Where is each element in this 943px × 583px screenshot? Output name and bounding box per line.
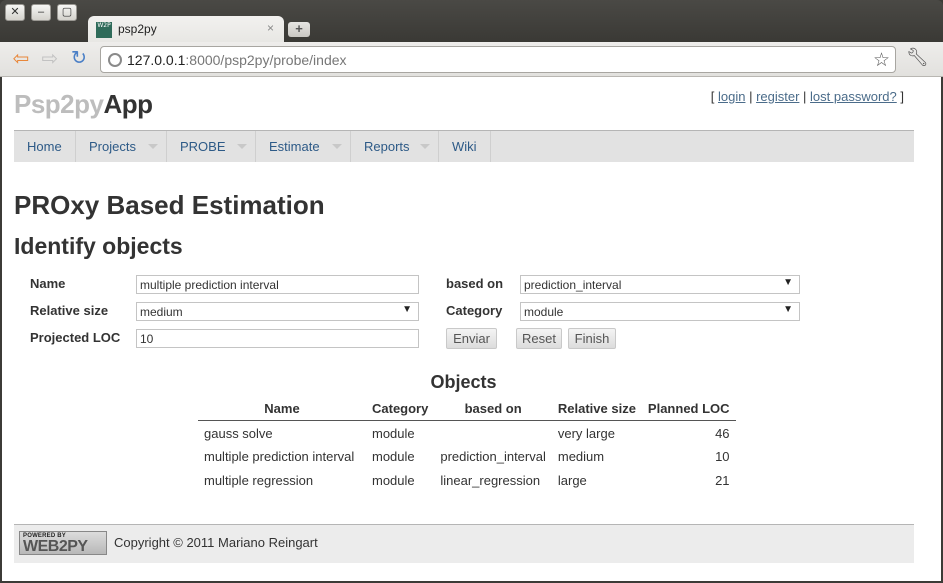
table-cell: prediction_interval <box>440 448 546 464</box>
lost-password-link[interactable]: lost password? <box>810 89 897 104</box>
table-cell: multiple regression <box>204 472 314 488</box>
name-label: Name <box>30 276 66 291</box>
table-row: multiple prediction interval module pred… <box>198 444 736 468</box>
table-cell: linear_regression <box>440 472 541 488</box>
objects-heading: Objects <box>430 372 497 392</box>
table-cell: module <box>372 448 415 464</box>
forward-arrow-icon[interactable]: ⇨ <box>38 47 62 71</box>
table-header-row: Name Category based on Relative size Pla… <box>198 398 736 421</box>
register-link[interactable]: register <box>756 89 799 104</box>
menu-item-home[interactable]: Home <box>14 131 76 162</box>
name-input[interactable]: multiple prediction interval <box>136 275 419 294</box>
select-arrow-icon: ▼ <box>783 277 793 288</box>
main-menu: Home Projects PROBE Estimate Reports Wik… <box>14 130 914 162</box>
page-title: PROxy Based Estimation <box>14 190 325 220</box>
finish-button[interactable]: Finish <box>568 328 616 349</box>
menu-item-wiki[interactable]: Wiki <box>439 131 491 162</box>
address-bar[interactable]: 127.0.0.1:8000/psp2py/probe/index ☆ <box>100 46 896 73</box>
based-on-select[interactable]: prediction_interval ▼ <box>520 275 800 294</box>
window-close-button[interactable]: ✕ <box>5 4 25 21</box>
table-cell: module <box>372 425 415 441</box>
table-row: gauss solve module very large 46 <box>198 420 736 444</box>
page-viewport: Psp2pyApp [ login | register | lost pass… <box>2 77 941 581</box>
page-footer: POWERED BY WEB2PY Copyright © 2011 Maria… <box>14 524 914 563</box>
wrench-icon[interactable]: 🔧︎ <box>906 47 929 68</box>
table-cell: 46 <box>715 425 730 441</box>
dropdown-caret-icon <box>332 144 342 149</box>
table-cell: 21 <box>715 472 730 488</box>
back-arrow-icon[interactable]: ⇦ <box>9 47 33 71</box>
select-arrow-icon: ▼ <box>402 304 412 315</box>
column-header: Category <box>366 398 435 421</box>
select-arrow-icon: ▼ <box>783 304 793 315</box>
menu-item-projects[interactable]: Projects <box>76 131 167 162</box>
table-cell: multiple prediction interval <box>204 448 355 464</box>
dropdown-caret-icon <box>420 144 430 149</box>
menu-item-probe[interactable]: PROBE <box>167 131 256 162</box>
submit-button[interactable]: Enviar <box>446 328 497 349</box>
app-brand[interactable]: Psp2pyApp <box>14 89 153 120</box>
based-on-label: based on <box>446 276 504 291</box>
relative-size-select[interactable]: medium ▼ <box>136 302 419 321</box>
category-select[interactable]: module ▼ <box>520 302 800 321</box>
dropdown-caret-icon <box>237 144 247 149</box>
table-row: multiple regression module linear_regres… <box>198 468 736 492</box>
category-label: Category <box>446 303 503 318</box>
menu-item-estimate[interactable]: Estimate <box>256 131 351 162</box>
column-header: based on <box>434 398 552 421</box>
table-cell: medium <box>557 448 605 464</box>
table-cell: large <box>557 472 587 488</box>
relative-size-label: Relative size <box>30 303 109 318</box>
page-subtitle: Identify objects <box>14 233 183 259</box>
copyright-text: Copyright © 2011 Mariano Reingart <box>114 535 318 550</box>
window-maximize-button[interactable]: ▢ <box>57 4 77 21</box>
projected-loc-input[interactable]: 10 <box>136 329 419 348</box>
column-header: Relative size <box>551 398 642 421</box>
globe-icon <box>108 53 122 67</box>
browser-toolbar: ⇦ ⇨ ↻ 127.0.0.1:8000/psp2py/probe/index … <box>0 42 943 77</box>
tab-title: psp2py <box>118 22 157 36</box>
dropdown-caret-icon <box>148 144 158 149</box>
reload-icon[interactable]: ↻ <box>67 47 91 71</box>
login-link[interactable]: login <box>718 89 745 104</box>
url-text[interactable]: 127.0.0.1:8000/psp2py/probe/index <box>127 52 347 68</box>
new-tab-button[interactable]: + <box>288 22 310 37</box>
table-cell: gauss solve <box>204 425 273 441</box>
objects-table: Name Category based on Relative size Pla… <box>198 398 736 492</box>
menu-item-reports[interactable]: Reports <box>351 131 439 162</box>
table-cell: very large <box>557 425 615 441</box>
column-header: Name <box>198 398 366 421</box>
window-titlebar: ✕ – ▢ W2P psp2py × + <box>0 0 943 42</box>
table-cell: module <box>372 472 415 488</box>
web2py-favicon-icon: W2P <box>96 22 112 38</box>
window-minimize-button[interactable]: – <box>31 4 51 21</box>
tab-close-icon[interactable]: × <box>267 21 274 35</box>
column-header: Planned LOC <box>641 398 736 421</box>
reset-button[interactable]: Reset <box>516 328 562 349</box>
projected-loc-label: Projected LOC <box>30 330 121 345</box>
table-cell: 10 <box>715 448 730 464</box>
browser-tab[interactable]: W2P psp2py × <box>88 16 284 42</box>
auth-links: [ login | register | lost password? ] <box>710 89 904 104</box>
table-cell <box>434 420 552 444</box>
powered-by-web2py-logo[interactable]: POWERED BY WEB2PY <box>19 531 107 555</box>
bookmark-star-icon[interactable]: ☆ <box>873 49 890 72</box>
